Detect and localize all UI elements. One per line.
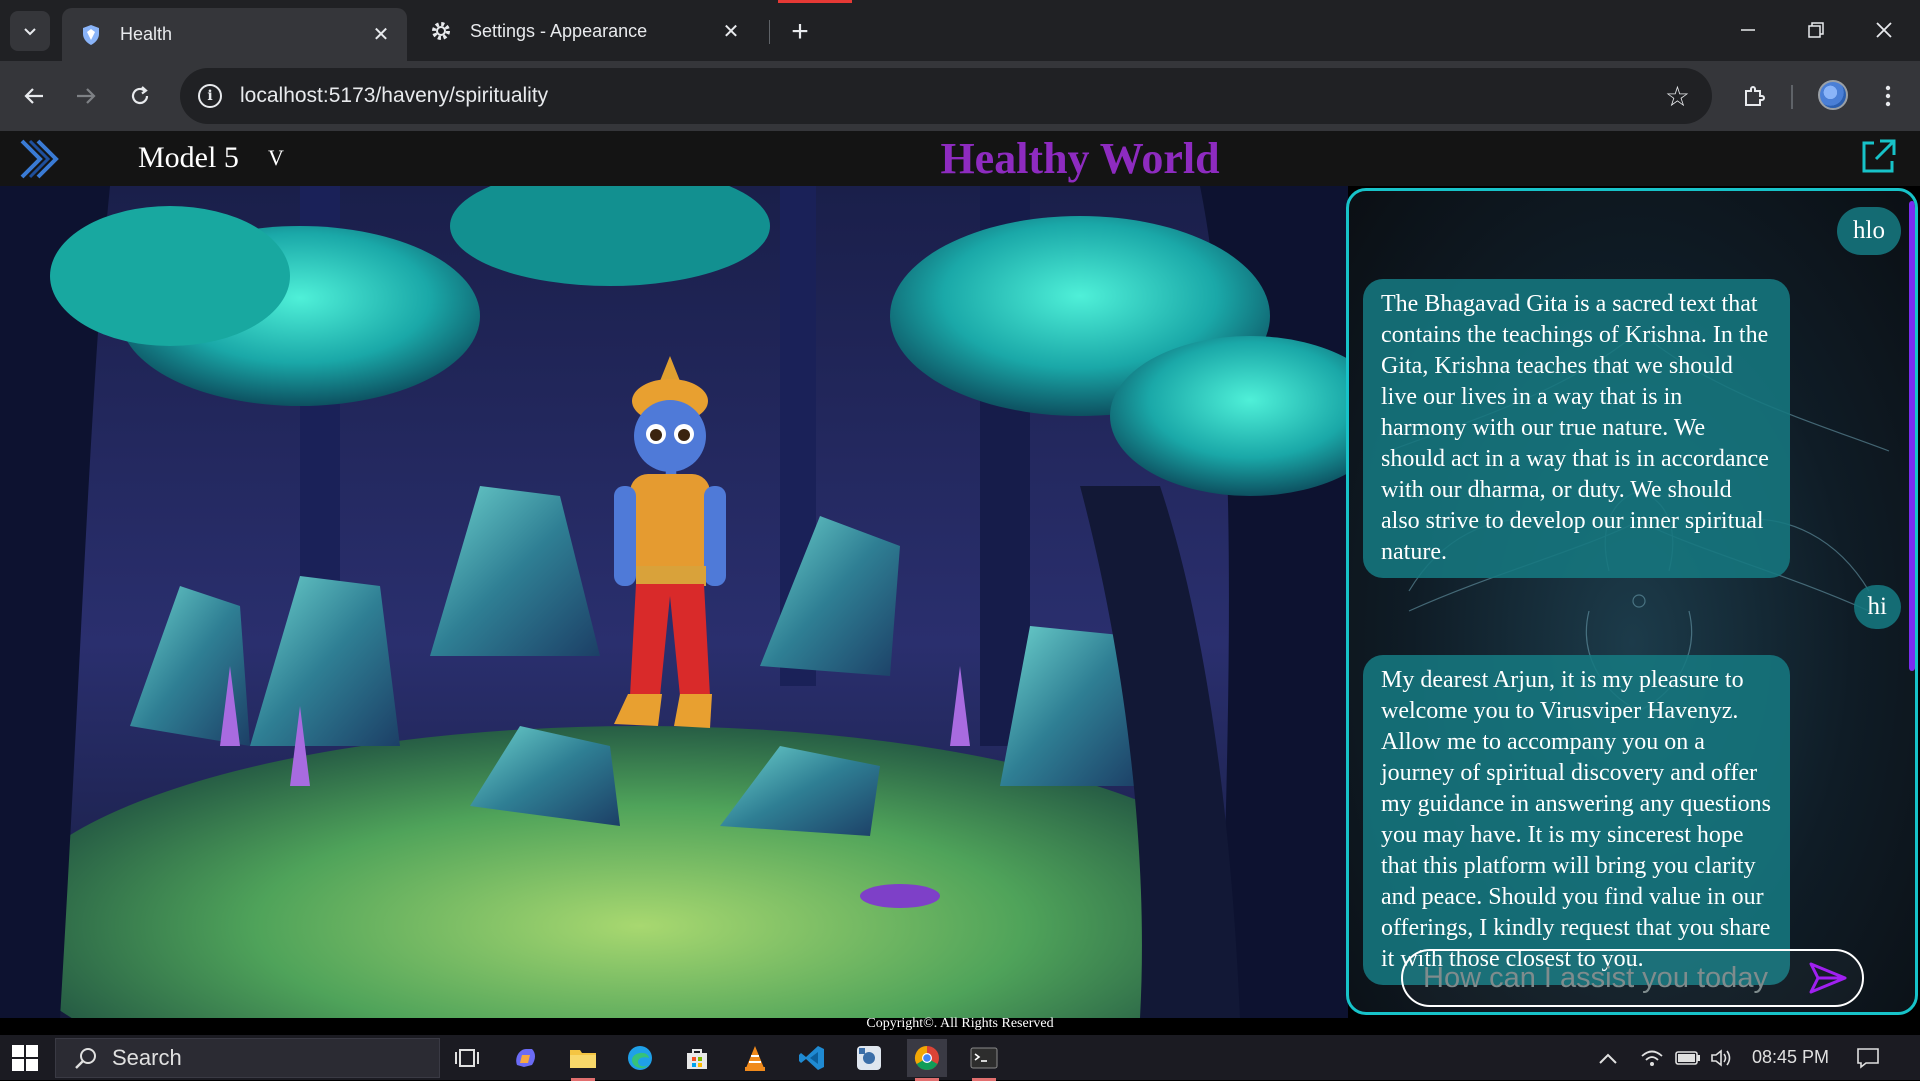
- forest-scene-illustration: [0, 186, 1348, 1018]
- close-tab-icon[interactable]: ✕: [717, 17, 745, 45]
- app-root: Model 5 V Healthy World hlo The Bhagavad…: [0, 131, 1920, 1028]
- speaker-icon: [1711, 1048, 1731, 1067]
- terminal-icon: [970, 1047, 998, 1069]
- task-view-icon: [455, 1049, 479, 1067]
- tab-health[interactable]: Health ✕: [62, 8, 407, 61]
- restore-icon: [1808, 22, 1824, 38]
- copilot-icon: [516, 1049, 535, 1067]
- tray-volume[interactable]: [1710, 1035, 1734, 1080]
- task-view-button[interactable]: [447, 1039, 487, 1077]
- bookmark-star-icon[interactable]: ☆: [1665, 80, 1690, 113]
- tray-battery[interactable]: [1675, 1035, 1701, 1080]
- battery-icon: [1675, 1050, 1700, 1065]
- external-link-icon[interactable]: [1858, 137, 1898, 177]
- tray-show-hidden-icons[interactable]: [1598, 1035, 1618, 1080]
- copyright-text: Copyright©. All Rights Reserved: [866, 1016, 1054, 1031]
- site-info-icon[interactable]: i: [198, 84, 222, 108]
- puzzle-icon: [1745, 86, 1765, 106]
- tray-wifi[interactable]: [1640, 1035, 1664, 1080]
- brand-title: Healthy World: [940, 134, 1220, 183]
- profile-avatar[interactable]: [1818, 80, 1848, 110]
- folder-icon: [570, 1050, 596, 1068]
- taskbar-edge[interactable]: [620, 1039, 660, 1077]
- vlc-cone-icon: [745, 1046, 765, 1071]
- close-icon: [1876, 22, 1892, 38]
- app-header: Model 5 V Healthy World: [0, 131, 1920, 186]
- close-tab-icon[interactable]: ✕: [367, 21, 395, 49]
- tray-notifications[interactable]: [1856, 1035, 1880, 1080]
- chrome-icon: [914, 1046, 939, 1071]
- reload-button[interactable]: [120, 76, 160, 116]
- taskbar-search-label: Search: [112, 1045, 182, 1070]
- tab-settings-appearance[interactable]: Settings - Appearance ✕: [412, 8, 757, 54]
- browser-toolbar: i localhost:5173/haveny/spirituality ☆: [0, 61, 1920, 131]
- taskbar-file-explorer[interactable]: [563, 1039, 603, 1081]
- forward-button[interactable]: [66, 76, 106, 116]
- taskbar-chrome[interactable]: [907, 1039, 947, 1081]
- taskbar-vlc[interactable]: [735, 1039, 775, 1077]
- tab-search-button[interactable]: [10, 11, 50, 51]
- 3d-scene-viewport[interactable]: [0, 186, 1348, 1018]
- send-icon: [1809, 962, 1847, 994]
- taskbar-copilot[interactable]: [505, 1039, 545, 1077]
- browser-menu-button[interactable]: [1868, 76, 1908, 116]
- chat-message-bot: My dearest Arjun, it is my pleasure to w…: [1363, 655, 1790, 985]
- shield-icon: [80, 24, 102, 46]
- new-tab-button[interactable]: +: [780, 12, 820, 52]
- restore-button[interactable]: [1782, 0, 1850, 60]
- tab-title: Settings - Appearance: [470, 20, 648, 41]
- tray-clock[interactable]: 08:45 PM: [1752, 1035, 1829, 1080]
- close-window-button[interactable]: [1850, 0, 1918, 60]
- chat-input-container: [1401, 949, 1864, 1007]
- chat-panel: hlo The Bhagavad Gita is a sacred text t…: [1346, 188, 1918, 1015]
- vscode-icon: [799, 1046, 824, 1070]
- loading-indicator: [778, 0, 852, 3]
- store-icon: [687, 1049, 707, 1069]
- gear-icon: [430, 20, 452, 42]
- arrow-left-icon: [24, 88, 43, 104]
- edge-icon: [628, 1046, 652, 1070]
- send-button[interactable]: [1804, 954, 1852, 1002]
- chat-message-user: hlo: [1837, 207, 1901, 255]
- kebab-menu-icon: [1885, 85, 1891, 107]
- taskbar-terminal[interactable]: [964, 1039, 1004, 1081]
- chevron-down-icon: [24, 28, 36, 36]
- minimize-button[interactable]: [1714, 0, 1782, 60]
- taskbar-app[interactable]: [849, 1039, 889, 1077]
- taskbar-ms-store[interactable]: [677, 1039, 717, 1077]
- chat-scrollbar[interactable]: [1909, 201, 1915, 671]
- windows-start-button[interactable]: [12, 1045, 38, 1071]
- chevron-up-icon: [1599, 1053, 1617, 1064]
- address-bar[interactable]: i localhost:5173/haveny/spirituality ☆: [180, 68, 1712, 124]
- taskbar-search-box[interactable]: Search: [55, 1038, 440, 1078]
- windows-taskbar: Search 08:45 PM: [0, 1035, 1920, 1081]
- tab-divider: [769, 20, 770, 44]
- toolbar-divider: [1791, 85, 1793, 109]
- app-icon: [857, 1046, 881, 1070]
- chat-message-user: hi: [1853, 585, 1901, 629]
- chat-message-bot: The Bhagavad Gita is a sacred text that …: [1363, 279, 1790, 578]
- arrow-right-icon: [77, 88, 96, 104]
- minimize-icon: [1741, 29, 1755, 31]
- tab-title: Health: [120, 24, 173, 44]
- extensions-button[interactable]: [1734, 76, 1774, 116]
- notification-icon: [1857, 1047, 1879, 1069]
- taskbar-vscode[interactable]: [792, 1039, 832, 1077]
- reload-icon: [131, 86, 149, 105]
- search-icon: [75, 1048, 96, 1069]
- chat-input[interactable]: [1403, 961, 1804, 995]
- back-button[interactable]: [14, 76, 54, 116]
- wifi-icon: [1641, 1050, 1663, 1066]
- windows-logo-icon: [12, 1045, 24, 1057]
- browser-tab-bar: Health ✕ Settings - Appearance ✕ +: [0, 0, 1920, 61]
- url-text[interactable]: localhost:5173/haveny/spirituality: [240, 84, 1665, 108]
